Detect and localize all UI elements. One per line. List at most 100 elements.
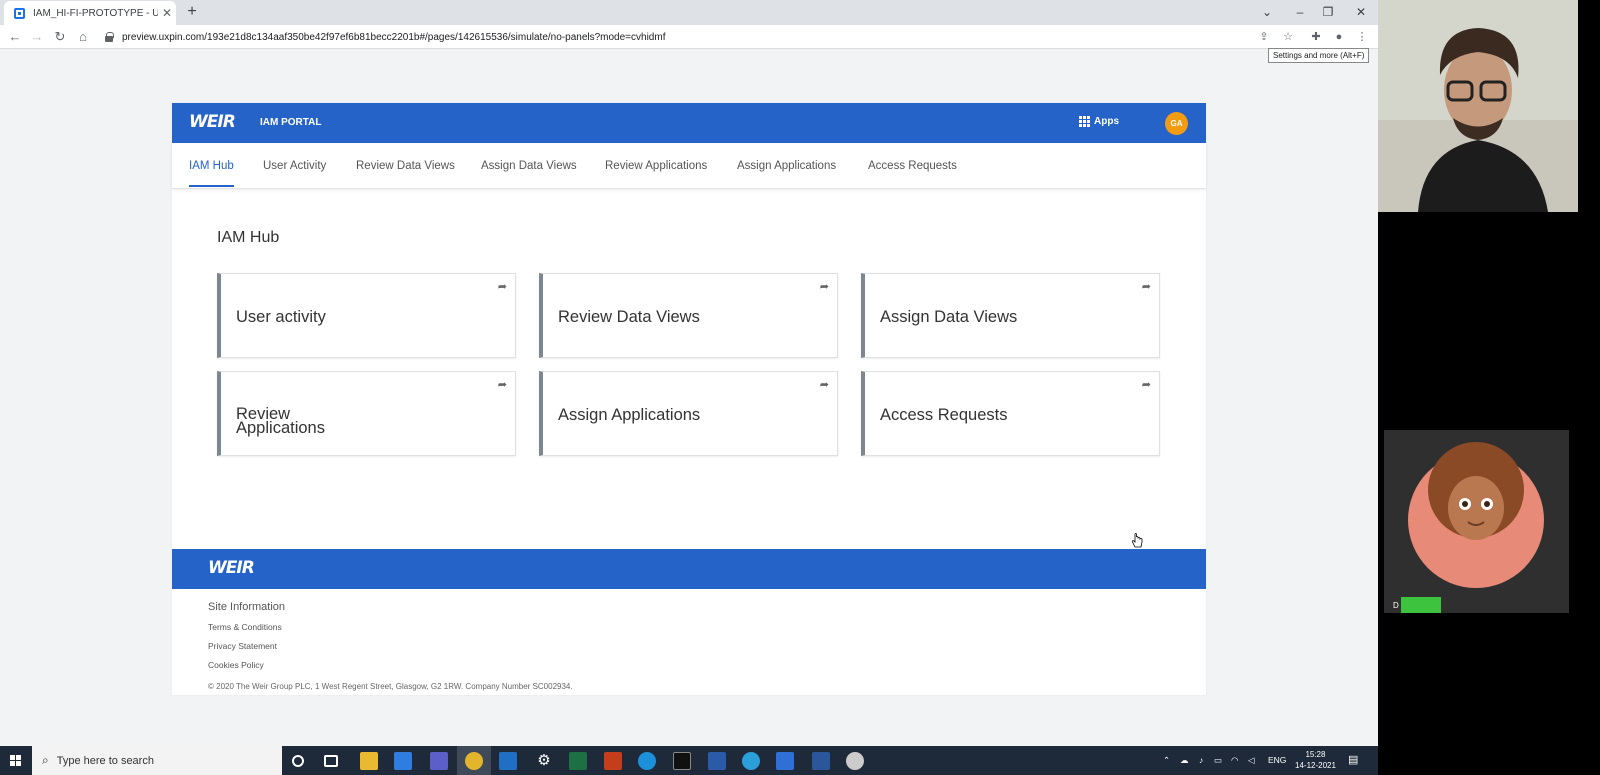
memoji-avatar-image [1384,430,1569,613]
tab-close-icon[interactable]: ✕ [158,6,176,20]
user-avatar[interactable]: GA [1165,112,1188,135]
terms-link[interactable]: Terms & Conditions [208,622,282,632]
participant-initial: D [1393,600,1399,610]
browser-toolbar: ← → ↻ ⌂ preview.uxpin.com/193e21d8c134aa… [0,25,1378,49]
snipping-tool-icon[interactable] [846,752,864,770]
settings-tooltip: Settings and more (Alt+F) [1268,48,1370,63]
tab-review-applications[interactable]: Review Applications [605,160,707,172]
bookmark-star-icon[interactable]: ☆ [1278,27,1298,47]
card-label: Assign Applications [558,406,701,424]
word-icon[interactable] [812,752,830,770]
tab-iam-hub[interactable]: IAM Hub [189,160,234,172]
footer-bar: WEIR [172,549,1206,589]
terminal-icon[interactable] [673,752,691,770]
privacy-link[interactable]: Privacy Statement [208,641,277,651]
cortana-icon[interactable] [292,755,304,767]
microphone-icon[interactable]: ♪ [1199,746,1203,775]
address-bar[interactable]: preview.uxpin.com/193e21d8c134aaf350be42… [104,27,1254,47]
close-window-button[interactable]: ✕ [1349,2,1373,22]
participant-video-image [1378,0,1578,212]
card-label: Access Requests [880,406,1008,424]
lock-icon [104,32,114,42]
minimize-button[interactable]: – [1288,2,1312,22]
task-view-icon[interactable] [324,755,338,767]
share-arrow-icon[interactable]: ➦ [820,378,829,391]
site-info-heading: Site Information [208,601,286,613]
language-indicator[interactable]: ENG [1268,746,1286,775]
tab-assign-applications[interactable]: Assign Applications [737,160,836,172]
tab-access-requests[interactable]: Access Requests [868,160,957,172]
name-tag-highlight [1400,597,1441,613]
tab-title: IAM_HI-FI-PROTOTYPE - UXPin P [33,7,158,19]
home-icon[interactable]: ⌂ [73,27,93,47]
participant-video-1 [1378,0,1578,212]
powerpoint-icon[interactable] [604,752,622,770]
tab-search-icon[interactable]: ⌄ [1255,2,1279,22]
share-arrow-icon[interactable]: ➦ [1142,378,1151,391]
store-icon[interactable] [394,752,412,770]
share-arrow-icon[interactable]: ➦ [1142,280,1151,293]
main-nav: IAM Hub User Activity Review Data Views … [172,143,1206,189]
apps-label: Apps [1094,116,1119,127]
active-tab-indicator [189,185,234,187]
browser-tabstrip: IAM_HI-FI-PROTOTYPE - UXPin P ✕ + ⌄ – ❐ … [0,0,1378,25]
system-clock[interactable]: 15:28 14-12-2021 [1295,749,1336,771]
tab-review-data-views[interactable]: Review Data Views [356,160,455,172]
app-header: WEIR IAM PORTAL Apps GA [172,103,1206,143]
powershell-icon[interactable] [708,752,726,770]
outlook-icon[interactable] [499,752,517,770]
notifications-icon[interactable]: ▤ [1348,746,1358,775]
card-label: Review Data Views [558,308,700,326]
cookies-link[interactable]: Cookies Policy [208,660,264,670]
new-tab-button[interactable]: + [183,3,201,21]
card-label: User activity [236,308,326,326]
profile-icon[interactable]: ● [1329,27,1349,47]
apps-button[interactable]: Apps [1079,116,1119,127]
share-arrow-icon[interactable]: ➦ [498,378,507,391]
uxpin-app-icon[interactable] [776,752,794,770]
windows-start-icon[interactable] [10,755,21,766]
reload-icon[interactable]: ↻ [50,27,70,47]
card-review-data-views[interactable]: Review Data Views ➦ [539,273,838,358]
share-icon[interactable]: ⇪ [1254,27,1274,47]
participant-video-2 [1384,430,1569,613]
weir-logo[interactable]: WEIR [189,112,236,132]
page-title: IAM Hub [217,229,280,246]
clock-time: 15:28 [1305,750,1326,759]
card-label: Assign Data Views [880,308,1018,326]
card-assign-applications[interactable]: Assign Applications ➦ [539,371,838,456]
card-assign-data-views[interactable]: Assign Data Views ➦ [861,273,1160,358]
extensions-puzzle-icon[interactable]: ✚ [1306,27,1326,47]
battery-icon[interactable]: ▭ [1214,746,1222,775]
onedrive-icon[interactable]: ☁ [1180,746,1189,775]
teams-icon[interactable] [430,752,448,770]
teamviewer-icon[interactable] [638,752,656,770]
settings-gear-icon[interactable]: ⚙ [535,752,553,770]
chrome-icon[interactable] [465,752,483,770]
url-text: preview.uxpin.com/193e21d8c134aaf350be42… [122,31,666,43]
tab-user-activity[interactable]: User Activity [263,160,326,172]
iam-portal-page: WEIR IAM PORTAL Apps GA IAM Hub User Act… [172,103,1206,695]
share-arrow-icon[interactable]: ➦ [820,280,829,293]
taskbar-search[interactable]: ⌕ Type here to search [32,746,282,775]
card-user-activity[interactable]: User activity ➦ [217,273,516,358]
card-review-applications[interactable]: Review Applications ➦ [217,371,516,456]
show-hidden-icons[interactable]: ⌃ [1163,746,1170,775]
forward-icon[interactable]: → [27,27,47,47]
tab-assign-data-views[interactable]: Assign Data Views [481,160,577,172]
wifi-icon[interactable]: ◠ [1231,746,1238,775]
footer-weir-logo[interactable]: WEIR [208,558,255,578]
card-access-requests[interactable]: Access Requests ➦ [861,371,1160,456]
taskbar-search-placeholder: Type here to search [56,754,154,767]
file-explorer-icon[interactable] [360,752,378,770]
share-arrow-icon[interactable]: ➦ [498,280,507,293]
search-icon: ⌕ [42,753,49,767]
more-menu-icon[interactable]: ⋮ [1352,27,1372,47]
edge-icon[interactable] [742,752,760,770]
back-icon[interactable]: ← [5,27,25,47]
restore-button[interactable]: ❐ [1316,2,1340,22]
hand-cursor-icon [1132,533,1143,548]
browser-tab[interactable]: IAM_HI-FI-PROTOTYPE - UXPin P ✕ [4,1,176,25]
excel-icon[interactable] [569,752,587,770]
volume-icon[interactable]: ◁ [1248,746,1255,775]
